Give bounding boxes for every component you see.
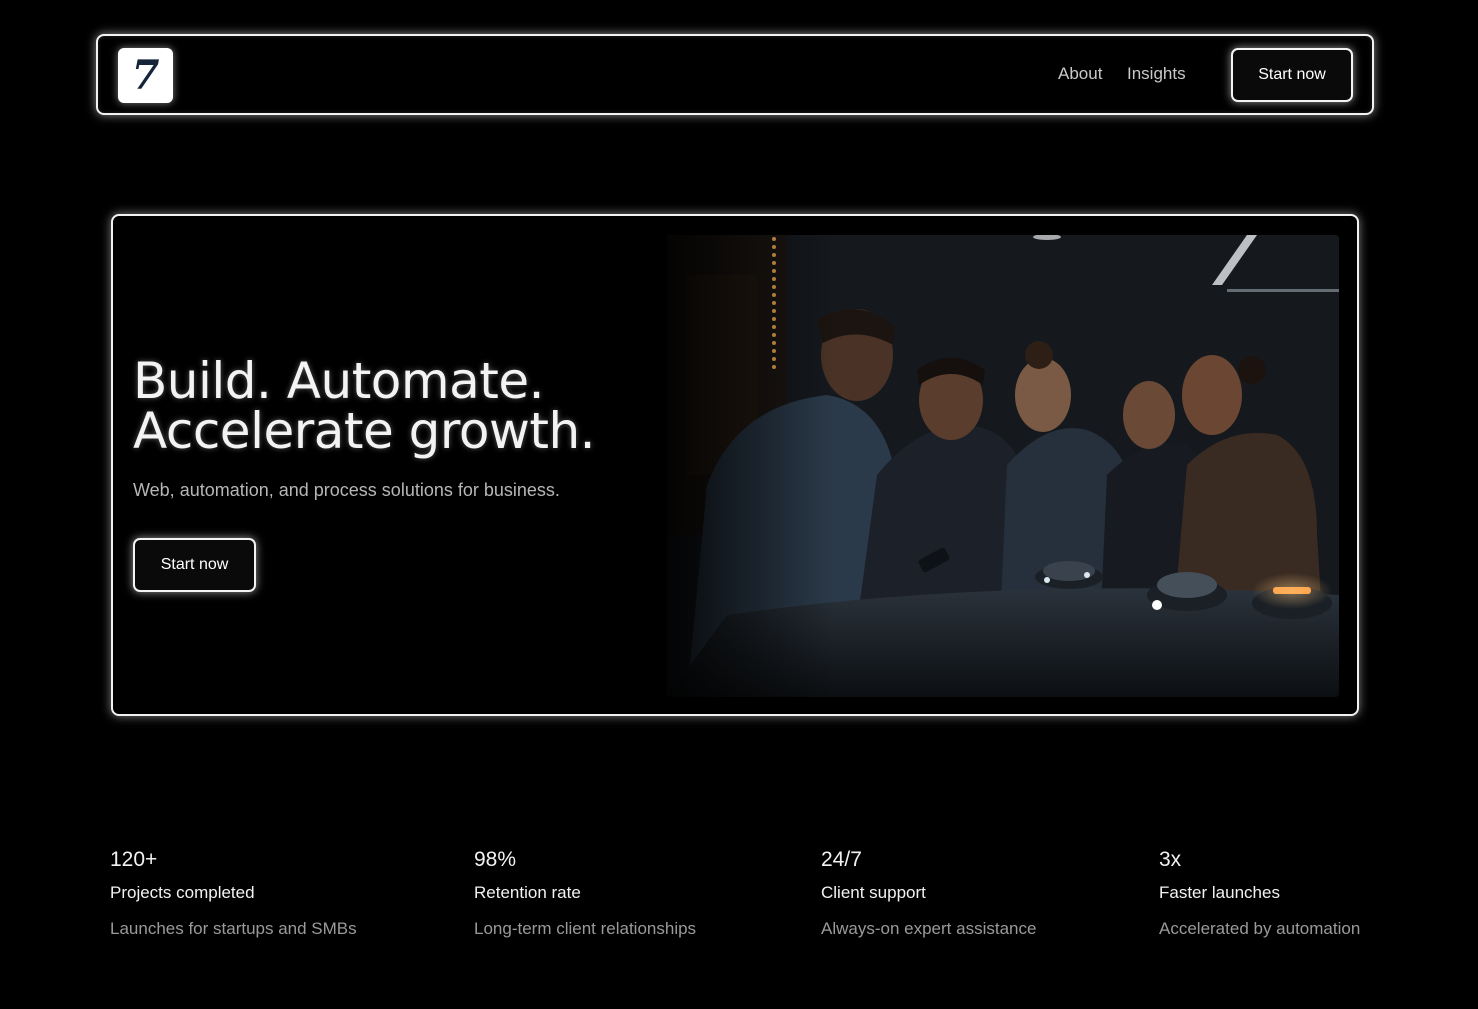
stat-label: Retention rate <box>474 883 581 902</box>
stat-projects: 120+ Projects completed Launches for sta… <box>110 848 357 939</box>
stat-support: 24/7 Client support Always-on expert ass… <box>821 848 1036 939</box>
stat-description: Always-on expert assistance <box>821 919 1037 938</box>
stat-label: Projects completed <box>110 883 255 902</box>
nav-link-insights[interactable]: Insights <box>1127 64 1186 84</box>
stat-description: Accelerated by automation <box>1159 919 1361 938</box>
stat-description: Long-term client relationships <box>474 919 697 938</box>
top-navbar: 7 About Insights Start now <box>96 34 1374 115</box>
stat-description: Launches for startups and SMBs <box>110 919 357 938</box>
stat-label: Faster launches <box>1159 883 1280 902</box>
stats-section: 120+ Projects completed Launches for sta… <box>110 848 1370 958</box>
team-meeting-illustration <box>667 235 1339 697</box>
stat-retention: 98% Retention rate Long-term client rela… <box>474 848 696 939</box>
stat-value: 120+ <box>110 848 158 871</box>
stat-value: 98% <box>474 848 517 871</box>
stat-label: Client support <box>821 883 926 902</box>
hero-headline: Build. Automate. Accelerate growth. <box>133 352 596 460</box>
hero-team-image <box>667 235 1339 697</box>
stat-value: 3x <box>1159 848 1182 871</box>
hero-start-now-button[interactable]: Start now <box>133 538 256 592</box>
stat-launches: 3x Faster launches Accelerated by automa… <box>1159 848 1360 939</box>
nav-start-now-button[interactable]: Start now <box>1231 48 1353 102</box>
brand-logo[interactable]: 7 <box>118 48 173 103</box>
hero-section: Build. Automate. Accelerate growth. Web,… <box>111 214 1359 716</box>
hero-headline-line-1: Build. Automate. <box>133 352 545 410</box>
hero-subtext: Web, automation, and process solutions f… <box>133 480 560 500</box>
nav-link-about[interactable]: About <box>1058 64 1102 84</box>
hero-headline-line-2: Accelerate growth. <box>133 402 596 460</box>
stat-value: 24/7 <box>821 848 862 871</box>
